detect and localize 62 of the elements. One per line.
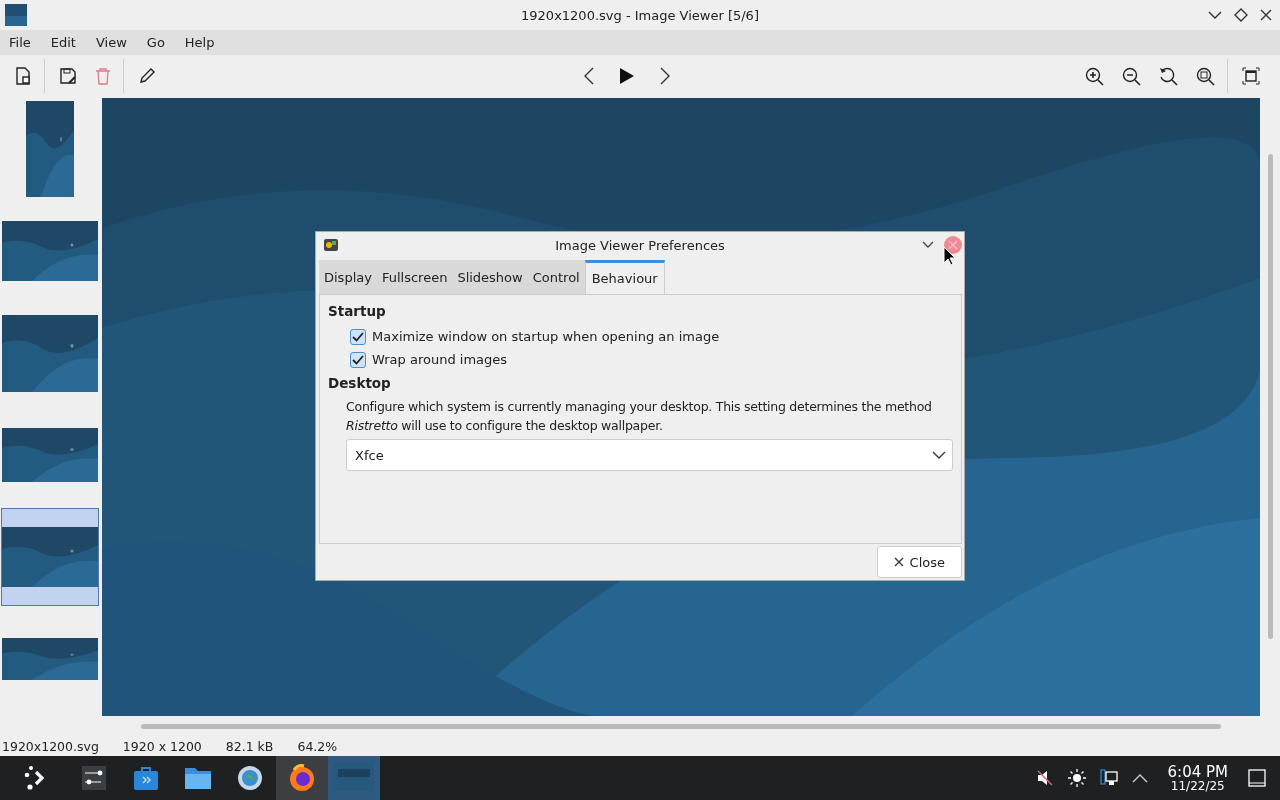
- status-text: 1920x1200.svg: [2, 738, 99, 754]
- status-text: 1920 x 1200: [122, 738, 202, 754]
- scrollbar-thumb[interactable]: [1267, 154, 1273, 639]
- section-heading: Desktop: [328, 375, 392, 391]
- fullscreen-icon[interactable]: [1242, 67, 1260, 85]
- tab[interactable]: Display: [319, 260, 377, 294]
- menu-item[interactable]: View: [95, 35, 127, 50]
- close-icon: [893, 557, 904, 567]
- clock-time[interactable]: 6:04 PM: [1167, 764, 1228, 780]
- chevron-down-icon: [932, 451, 946, 459]
- window-title: 1920x1200.svg - Image Viewer [5/6]: [521, 7, 759, 23]
- tab[interactable]: Slideshow: [452, 260, 528, 294]
- menu-item[interactable]: Go: [146, 35, 165, 50]
- checkbox[interactable]: [350, 351, 366, 368]
- minimize-icon[interactable]: [922, 241, 934, 249]
- folder-icon: [184, 766, 212, 790]
- pencil-icon[interactable]: [138, 67, 156, 85]
- menu-item[interactable]: Help: [184, 35, 215, 50]
- close-button[interactable]: Close: [876, 546, 962, 578]
- save-icon[interactable]: [59, 67, 77, 85]
- chevron-up-icon[interactable]: [1131, 773, 1148, 783]
- close-icon[interactable]: [1260, 9, 1272, 21]
- status-text: 64.2%: [297, 738, 338, 754]
- network-icon[interactable]: [1099, 769, 1118, 787]
- tab[interactable]: Behaviour: [584, 260, 665, 294]
- scrollbar-thumb[interactable]: [141, 723, 1221, 729]
- close-icon[interactable]: [944, 236, 962, 254]
- menu-item[interactable]: Edit: [50, 35, 76, 50]
- image-icon: [334, 763, 374, 791]
- play-icon[interactable]: [619, 67, 635, 85]
- checkbox-label[interactable]: Wrap around images: [372, 352, 508, 367]
- store-bag-icon: [133, 765, 159, 791]
- selected-thumbnail[interactable]: [1, 508, 99, 606]
- muted-speaker-icon[interactable]: [1035, 769, 1054, 787]
- brightness-icon[interactable]: [1067, 769, 1086, 787]
- zoom-out-icon[interactable]: [1122, 66, 1141, 86]
- previous-icon[interactable]: [583, 67, 595, 85]
- app-icon: [5, 4, 27, 26]
- dialog-title: Image Viewer Preferences: [555, 237, 725, 253]
- menu-item[interactable]: File: [9, 35, 31, 50]
- status-text: 82.1 kB: [225, 738, 274, 754]
- browser-icon: [288, 764, 316, 792]
- sliders-icon: [80, 765, 108, 791]
- cursor-icon: [943, 246, 956, 266]
- show-desktop-icon[interactable]: [1248, 769, 1266, 787]
- section-heading: Startup: [328, 303, 387, 319]
- globe-icon: [237, 765, 263, 791]
- maximize-icon[interactable]: [1234, 8, 1248, 22]
- clock-date[interactable]: 11/22/25: [1170, 779, 1225, 792]
- zoom-in-icon[interactable]: [1085, 66, 1104, 86]
- description: Configure which system is currently managing your desktop. This setting determines the method Ristretto will use to configure the desktop wallpaper.: [346, 398, 933, 435]
- minimize-icon[interactable]: [1208, 10, 1222, 20]
- app-icon: [324, 239, 338, 251]
- dropdown[interactable]: Xfce: [346, 439, 953, 471]
- tab[interactable]: Control: [527, 260, 585, 294]
- open-file-icon[interactable]: [14, 67, 32, 85]
- checkbox[interactable]: [350, 328, 366, 345]
- zoom-reset-icon[interactable]: [1159, 66, 1178, 86]
- checkbox-label[interactable]: Maximize window on startup when opening an image: [372, 329, 720, 344]
- next-icon[interactable]: [659, 67, 671, 85]
- tab[interactable]: Fullscreen: [376, 260, 453, 294]
- zoom-fit-icon[interactable]: [1196, 66, 1215, 86]
